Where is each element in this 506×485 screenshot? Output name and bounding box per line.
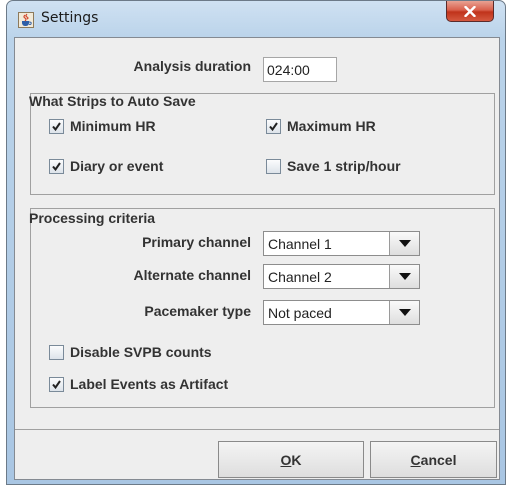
pacemaker-type-label: Pacemaker type bbox=[144, 303, 251, 319]
ok-button[interactable]: OK bbox=[218, 441, 364, 478]
checkbox-box bbox=[49, 376, 64, 392]
cancel-button[interactable]: Cancel bbox=[370, 441, 497, 478]
processing-group-title: Processing criteria bbox=[29, 210, 156, 226]
settings-dialog: Settings Analysis duration 024:00 What S… bbox=[6, 0, 506, 485]
label-events-label: Label Events as Artifact bbox=[70, 376, 229, 392]
checkbox-box bbox=[49, 118, 64, 134]
dropdown-button[interactable] bbox=[389, 265, 419, 288]
dropdown-button[interactable] bbox=[389, 301, 419, 324]
chevron-down-icon bbox=[398, 308, 411, 316]
dialog-content: Analysis duration 024:00 What Strips to … bbox=[14, 37, 500, 480]
checkbox-box bbox=[266, 118, 281, 134]
maximum-hr-label: Maximum HR bbox=[287, 118, 376, 134]
label-events-checkbox[interactable]: Label Events as Artifact bbox=[49, 376, 228, 392]
auto-save-group-title: What Strips to Auto Save bbox=[29, 93, 196, 109]
dropdown-button[interactable] bbox=[389, 232, 419, 255]
diary-event-label: Diary or event bbox=[70, 158, 164, 174]
button-separator bbox=[15, 429, 499, 430]
pacemaker-type-select[interactable]: Not paced bbox=[263, 300, 420, 325]
window-title: Settings bbox=[41, 10, 99, 26]
primary-channel-value: Channel 1 bbox=[268, 236, 332, 252]
checkbox-box bbox=[49, 158, 64, 174]
java-cup-icon bbox=[18, 12, 34, 28]
analysis-duration-label: Analysis duration bbox=[133, 58, 251, 74]
ok-label: K bbox=[291, 451, 302, 468]
minimum-hr-checkbox[interactable]: Minimum HR bbox=[49, 118, 156, 134]
close-button[interactable] bbox=[446, 1, 494, 22]
alternate-channel-value: Channel 2 bbox=[268, 269, 332, 285]
save-strip-checkbox[interactable]: Save 1 strip/hour bbox=[266, 158, 401, 174]
pacemaker-type-value: Not paced bbox=[268, 305, 332, 321]
close-icon bbox=[464, 5, 476, 17]
analysis-duration-field[interactable]: 024:00 bbox=[263, 57, 337, 82]
alternate-channel-label: Alternate channel bbox=[133, 267, 251, 283]
chevron-down-icon bbox=[398, 272, 411, 280]
checkbox-box bbox=[266, 158, 281, 174]
primary-channel-select[interactable]: Channel 1 bbox=[263, 231, 420, 256]
disable-svpb-checkbox[interactable]: Disable SVPB counts bbox=[49, 344, 212, 360]
cancel-label: ancel bbox=[420, 451, 457, 468]
cancel-mnemonic: C bbox=[410, 451, 421, 468]
checkbox-box bbox=[49, 344, 64, 360]
minimum-hr-label: Minimum HR bbox=[70, 118, 156, 134]
title-bar[interactable]: Settings bbox=[7, 1, 505, 37]
ok-mnemonic: O bbox=[280, 451, 292, 468]
disable-svpb-label: Disable SVPB counts bbox=[70, 344, 212, 360]
alternate-channel-select[interactable]: Channel 2 bbox=[263, 264, 420, 289]
chevron-down-icon bbox=[398, 239, 411, 247]
primary-channel-label: Primary channel bbox=[142, 234, 251, 250]
maximum-hr-checkbox[interactable]: Maximum HR bbox=[266, 118, 376, 134]
diary-event-checkbox[interactable]: Diary or event bbox=[49, 158, 163, 174]
save-strip-label: Save 1 strip/hour bbox=[287, 158, 401, 174]
